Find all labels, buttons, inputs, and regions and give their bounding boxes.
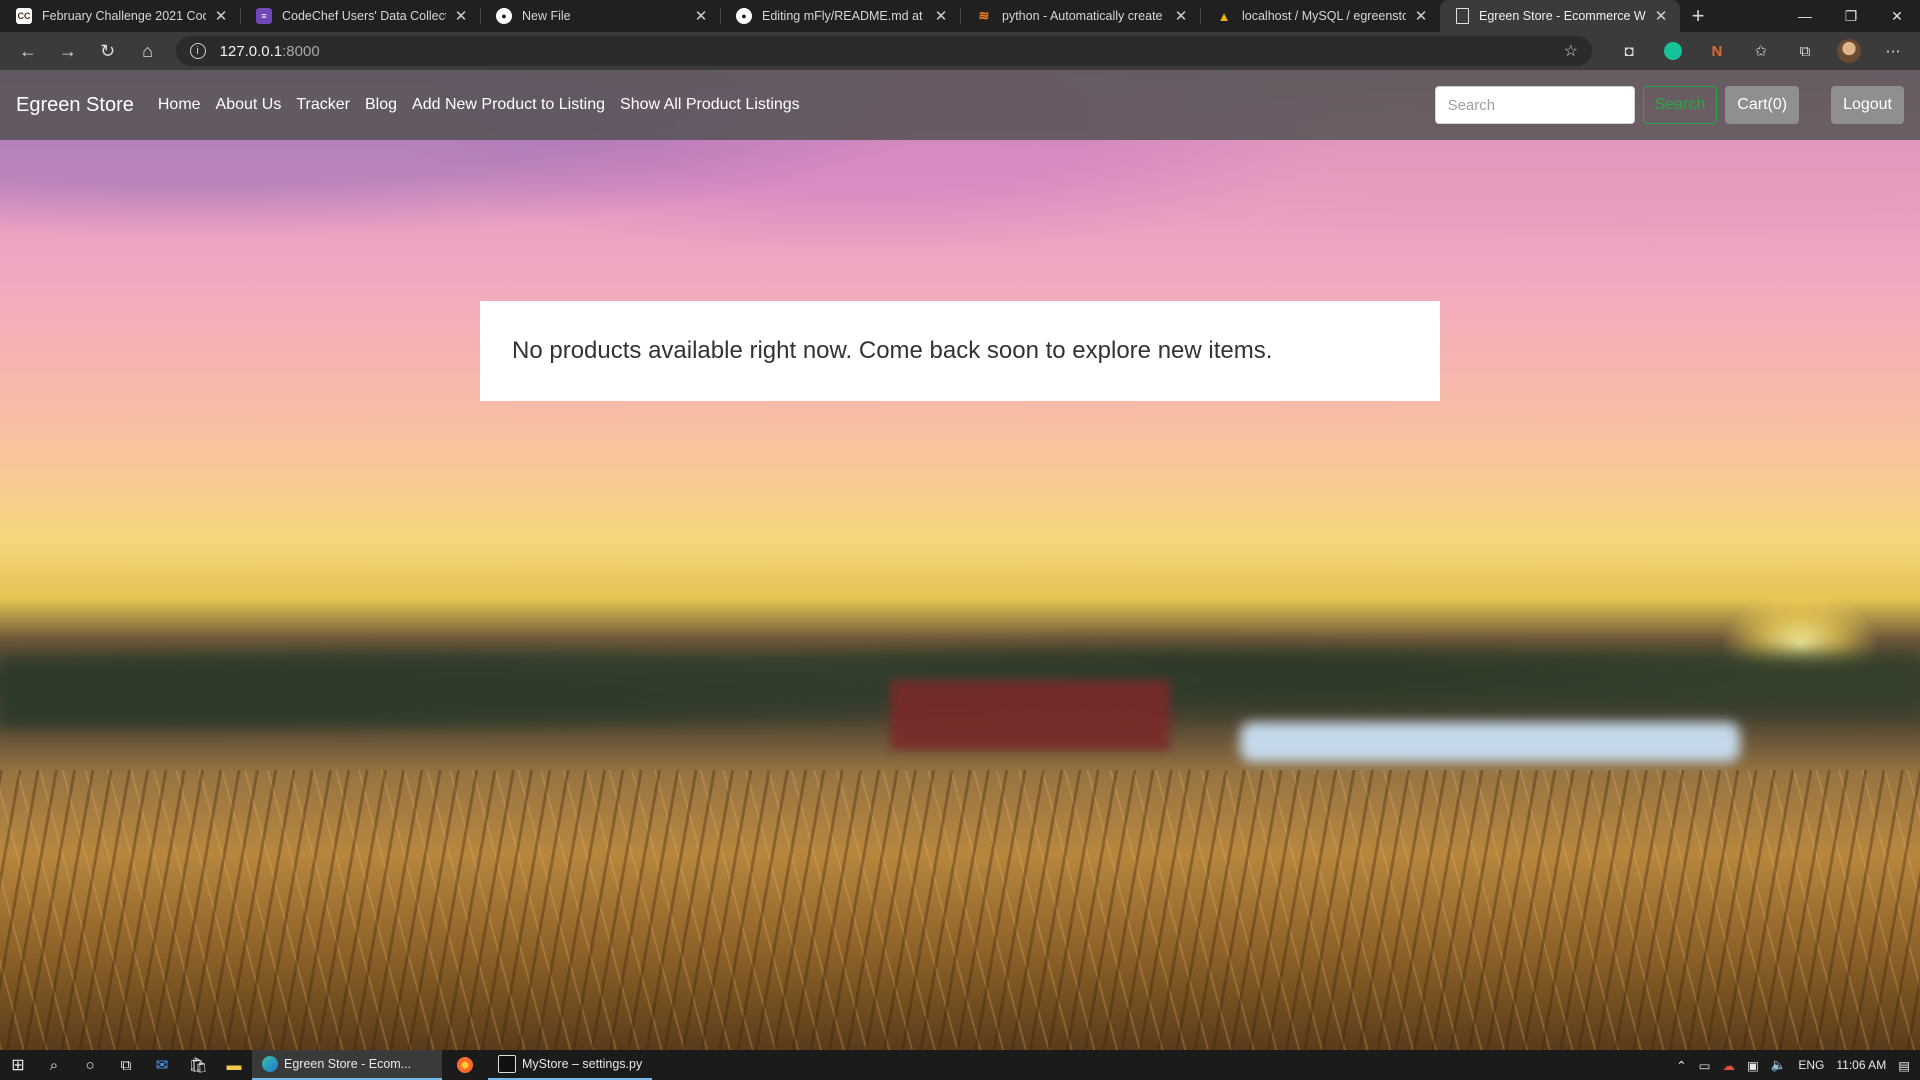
- close-icon[interactable]: ✕: [452, 7, 470, 25]
- show-hidden-icons-icon[interactable]: ⌃: [1676, 1058, 1686, 1073]
- browser-toolbar: ← → ↻ ⌂ i 127.0.0.1:8000 ☆ ◘ N ✩ ⧉ ⋯: [0, 32, 1920, 70]
- window-close-icon[interactable]: ✕: [1874, 0, 1920, 32]
- page-viewport: Egreen Store Home About Us Tracker Blog …: [0, 70, 1920, 1050]
- tab-title: New File: [522, 9, 571, 23]
- task-view-icon[interactable]: ⧉: [108, 1050, 144, 1080]
- restore-icon[interactable]: ❐: [1828, 0, 1874, 32]
- language-indicator[interactable]: ENG: [1798, 1058, 1824, 1072]
- site-brand[interactable]: Egreen Store: [16, 94, 134, 117]
- close-icon[interactable]: ✕: [932, 7, 950, 25]
- volume-icon[interactable]: 🔈: [1771, 1058, 1787, 1073]
- forward-icon[interactable]: →: [48, 35, 88, 67]
- codechef-cc-icon: CC: [16, 8, 32, 24]
- back-icon[interactable]: ←: [8, 35, 48, 67]
- search-icon[interactable]: ⌕: [36, 1050, 72, 1080]
- taskbar-app-label: Egreen Store - Ecom...: [284, 1057, 412, 1071]
- browser-tab-strip: CC February Challenge 2021 Coding ✕ ≡ Co…: [0, 0, 1920, 32]
- editor-extension-icon[interactable]: N: [1698, 36, 1736, 66]
- stackoverflow-icon: ≋: [978, 8, 990, 23]
- background-wheat-field: [0, 770, 1920, 1050]
- firefox-logo: [457, 1057, 473, 1073]
- browser-tab-4[interactable]: ≋ python - Automatically create re ✕: [960, 0, 1200, 32]
- pycharm-icon: [498, 1055, 516, 1073]
- close-icon[interactable]: ✕: [212, 7, 230, 25]
- tab-title: localhost / MySQL / egreenstore: [1242, 9, 1406, 23]
- clock[interactable]: 11:06 AM: [1836, 1058, 1886, 1072]
- close-icon[interactable]: ✕: [692, 7, 710, 25]
- home-icon[interactable]: ⌂: [128, 35, 168, 67]
- form-icon: ≡: [256, 8, 272, 24]
- browser-tab-5[interactable]: ▲ localhost / MySQL / egreenstore ✕: [1200, 0, 1440, 32]
- search-button[interactable]: Search: [1642, 86, 1718, 124]
- new-tab-button[interactable]: +: [1680, 0, 1716, 32]
- github-icon: ●: [496, 8, 512, 24]
- store-icon[interactable]: 🛍: [180, 1050, 216, 1080]
- cart-button[interactable]: Cart(0): [1725, 86, 1800, 124]
- taskbar-app-label: MyStore – settings.py: [522, 1057, 643, 1071]
- nav-link-home[interactable]: Home: [158, 96, 201, 114]
- address-bar[interactable]: i 127.0.0.1:8000 ☆: [175, 36, 1592, 66]
- windows-taskbar: ⊞ ⌕ ○ ⧉ ✉ 🛍 ▬ Egreen Store - Ecom... MyS…: [0, 1050, 1920, 1080]
- nav-link-tracker[interactable]: Tracker: [296, 96, 350, 114]
- firefox-icon[interactable]: [442, 1050, 488, 1080]
- no-products-message: No products available right now. Come ba…: [480, 301, 1440, 401]
- tab-title: February Challenge 2021 Coding: [42, 9, 206, 23]
- site-navbar: Egreen Store Home About Us Tracker Blog …: [0, 70, 1920, 140]
- site-info-icon[interactable]: i: [189, 43, 206, 59]
- system-tray: ⌃ ▭ ☁ ▣ 🔈 ENG 11:06 AM ▤: [1676, 1058, 1920, 1073]
- mail-icon[interactable]: ✉: [144, 1050, 180, 1080]
- taskbar-app-pycharm[interactable]: MyStore – settings.py: [488, 1050, 653, 1080]
- more-menu-icon[interactable]: ⋯: [1874, 36, 1912, 66]
- browser-tab-3[interactable]: ● Editing mFly/README.md at ma ✕: [720, 0, 960, 32]
- profile-avatar[interactable]: [1830, 36, 1868, 66]
- nav-link-show-listings[interactable]: Show All Product Listings: [620, 96, 800, 114]
- close-icon[interactable]: ✕: [1652, 7, 1670, 25]
- address-host: 127.0.0.1: [219, 42, 283, 60]
- close-icon[interactable]: ✕: [1172, 7, 1190, 25]
- favorites-icon[interactable]: ✩: [1742, 36, 1780, 66]
- browser-tab-1[interactable]: ≡ CodeChef Users' Data Collection ✕: [240, 0, 480, 32]
- navbar-actions: Search Cart(0) Logout: [1434, 86, 1904, 124]
- tab-title: CodeChef Users' Data Collection: [282, 9, 446, 23]
- refresh-icon[interactable]: ↻: [88, 35, 128, 67]
- close-icon[interactable]: ✕: [1412, 7, 1430, 25]
- logout-button[interactable]: Logout: [1831, 86, 1904, 124]
- phpmyadmin-icon: ▲: [1217, 8, 1231, 24]
- screenshot-extension-icon[interactable]: ◘: [1610, 36, 1648, 66]
- tab-title: Egreen Store - Ecommerce Webs: [1479, 9, 1646, 23]
- browser-tab-2[interactable]: ● New File ✕: [480, 0, 720, 32]
- file-explorer-icon[interactable]: ▬: [216, 1050, 252, 1080]
- minimize-icon[interactable]: —: [1782, 0, 1828, 32]
- background-barn: [890, 680, 1170, 750]
- onedrive-icon[interactable]: ☁: [1722, 1058, 1735, 1073]
- add-favorite-icon[interactable]: ☆: [1564, 41, 1578, 61]
- taskbar-app-edge[interactable]: Egreen Store - Ecom...: [252, 1050, 442, 1080]
- windows-start-icon[interactable]: ⊞: [0, 1050, 36, 1080]
- browser-tab-0[interactable]: CC February Challenge 2021 Coding ✕: [0, 0, 240, 32]
- tab-title: Editing mFly/README.md at ma: [762, 9, 926, 23]
- window-controls: — ❐ ✕: [1782, 0, 1920, 32]
- cortana-icon[interactable]: ○: [72, 1050, 108, 1080]
- extension-icons: ◘ N ✩ ⧉ ⋯: [1610, 36, 1912, 66]
- network-icon[interactable]: ▣: [1747, 1058, 1759, 1073]
- search-input[interactable]: [1434, 86, 1635, 124]
- collections-icon[interactable]: ⧉: [1786, 36, 1824, 66]
- github-icon: ●: [736, 8, 752, 24]
- address-port: :8000: [282, 42, 320, 60]
- background-greenhouse: [1240, 722, 1740, 762]
- tab-title: python - Automatically create re: [1002, 9, 1166, 23]
- edge-icon: [262, 1056, 278, 1072]
- browser-tab-6[interactable]: Egreen Store - Ecommerce Webs ✕: [1440, 0, 1680, 32]
- battery-icon[interactable]: ▭: [1699, 1058, 1711, 1073]
- grammarly-extension-icon[interactable]: [1654, 36, 1692, 66]
- nav-link-blog[interactable]: Blog: [365, 96, 397, 114]
- nav-link-about[interactable]: About Us: [216, 96, 282, 114]
- page-icon: [1456, 8, 1469, 24]
- nav-link-add-product[interactable]: Add New Product to Listing: [412, 96, 605, 114]
- notifications-icon[interactable]: ▤: [1898, 1058, 1910, 1073]
